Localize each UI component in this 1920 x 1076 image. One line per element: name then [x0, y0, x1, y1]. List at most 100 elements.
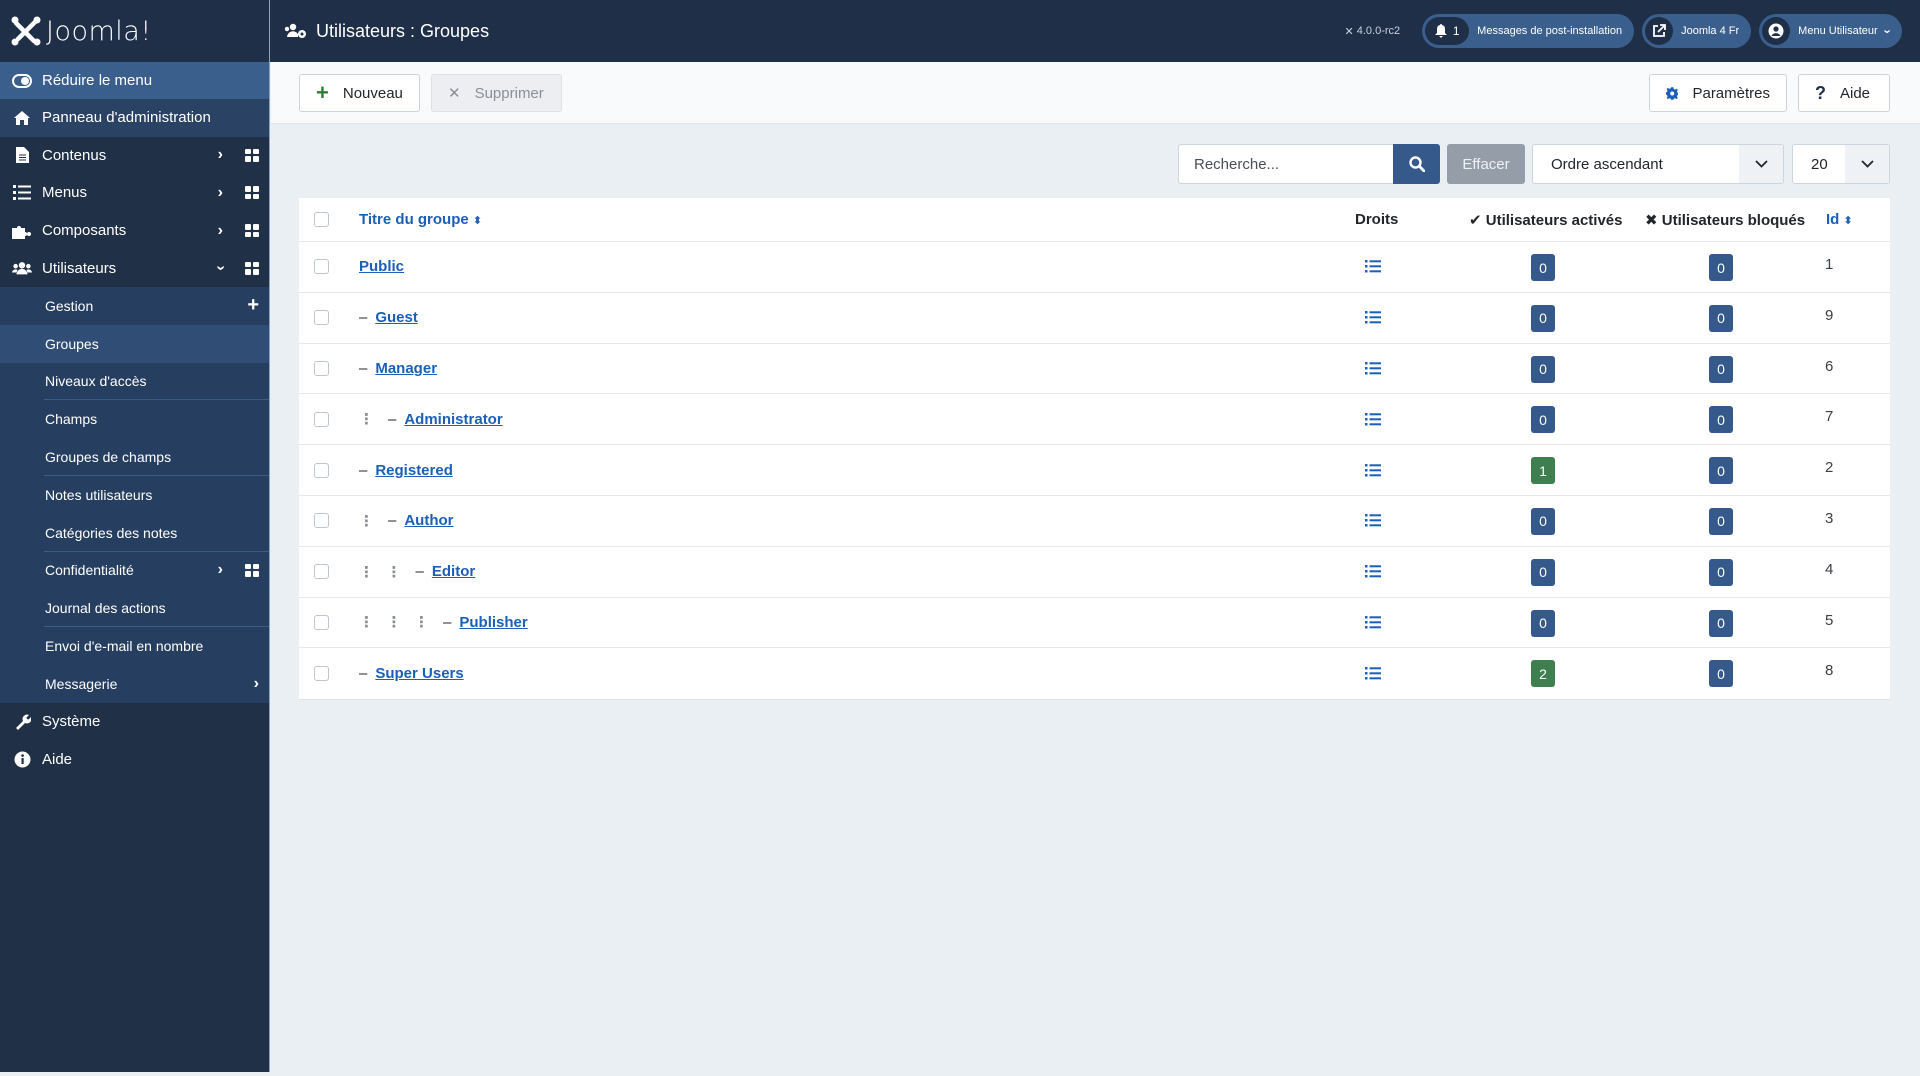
options-button[interactable]: Paramètres — [1649, 74, 1787, 112]
enabled-users-badge[interactable]: 0 — [1531, 507, 1555, 535]
joomla-logo[interactable]: Joomla! — [0, 0, 269, 62]
dashboard-grid-icon[interactable] — [245, 224, 259, 238]
select-all-checkbox[interactable] — [314, 212, 329, 227]
add-icon[interactable]: + — [247, 294, 259, 317]
permissions-list-icon[interactable] — [1365, 260, 1381, 273]
notification-count-text: 1 — [1452, 24, 1460, 38]
submenu-item-fields[interactable]: Champs — [0, 400, 269, 438]
column-header-title[interactable]: Titre du groupe ⬍ — [359, 211, 482, 228]
column-header-id[interactable]: Id ⬍ — [1826, 211, 1853, 228]
blocked-users-badge[interactable]: 0 — [1709, 558, 1733, 586]
sidebar-item-system[interactable]: Système — [0, 703, 269, 741]
sidebar-item-menus[interactable]: Menus › — [0, 174, 269, 212]
submenu-item-groups[interactable]: Groupes — [0, 324, 269, 363]
row-checkbox[interactable] — [314, 564, 329, 580]
sidebar-item-users[interactable]: Utilisateurs › — [0, 249, 269, 287]
group-title-link[interactable]: Author — [404, 512, 453, 529]
tree-dash: – — [359, 665, 368, 683]
row-checkbox[interactable] — [314, 614, 329, 630]
blocked-users-badge[interactable]: 0 — [1709, 254, 1733, 281]
group-title-link[interactable]: Public — [359, 258, 404, 275]
blocked-users-badge[interactable]: 0 — [1709, 457, 1733, 485]
group-title-link[interactable]: Publisher — [459, 614, 527, 631]
sidebar-item-label: Aide — [42, 750, 73, 768]
submenu-item-note-categories[interactable]: Catégories des notes — [0, 514, 269, 552]
clear-button[interactable]: Effacer — [1447, 144, 1525, 184]
chevron-right-icon[interactable]: › — [218, 561, 223, 579]
group-title-link[interactable]: Guest — [375, 309, 418, 326]
row-checkbox[interactable] — [314, 310, 329, 326]
permissions-list-icon[interactable] — [1365, 361, 1381, 375]
delete-button[interactable]: ✕ Supprimer — [431, 74, 562, 112]
dashboard-grid-icon[interactable] — [245, 563, 259, 577]
chevron-right-icon[interactable]: › — [254, 675, 259, 693]
permissions-list-icon[interactable] — [1365, 565, 1381, 578]
sidebar-item-dashboard[interactable]: Panneau d'administration — [0, 99, 269, 137]
submenu-item-label: Catégories des notes — [45, 524, 178, 541]
blocked-users-badge[interactable]: 0 — [1709, 609, 1733, 637]
post-install-messages-button[interactable]: 1 Messages de post-installation — [1422, 14, 1635, 48]
row-checkbox[interactable] — [314, 462, 329, 478]
permissions-list-icon[interactable] — [1365, 615, 1381, 629]
column-enabled-label: Utilisateurs activés — [1485, 211, 1623, 229]
sidebar-item-content[interactable]: Contenus › — [0, 137, 269, 175]
group-title-link[interactable]: Super Users — [375, 665, 463, 682]
enabled-users-badge[interactable]: 0 — [1531, 304, 1555, 332]
dashboard-grid-icon[interactable] — [245, 261, 259, 275]
submenu-item-user-notes[interactable]: Notes utilisateurs — [0, 476, 269, 514]
submenu-item-access-levels[interactable]: Niveaux d'accès — [0, 363, 269, 401]
enabled-users-badge[interactable]: 0 — [1531, 254, 1555, 281]
submenu-item-privacy[interactable]: Confidentialité › — [0, 552, 269, 590]
chevron-right-icon[interactable]: › — [218, 146, 223, 164]
permissions-list-icon[interactable] — [1365, 311, 1381, 324]
limit-select[interactable]: 20 — [1792, 144, 1890, 184]
toggle-menu-button[interactable]: Réduire le menu — [0, 62, 269, 99]
chevron-right-icon[interactable]: › — [218, 184, 223, 202]
permissions-list-icon[interactable] — [1365, 463, 1381, 477]
enabled-users-badge[interactable]: 1 — [1531, 457, 1555, 485]
search-input[interactable] — [1178, 144, 1393, 184]
enabled-users-badge[interactable]: 2 — [1531, 660, 1555, 688]
chevron-right-icon[interactable]: › — [218, 222, 223, 240]
enabled-users-badge[interactable]: 0 — [1531, 355, 1555, 383]
group-title-link[interactable]: Registered — [375, 462, 453, 479]
user-menu-button[interactable]: Menu Utilisateur › — [1759, 14, 1902, 48]
permissions-list-icon[interactable] — [1365, 514, 1381, 527]
row-checkbox[interactable] — [314, 360, 329, 376]
row-checkbox[interactable] — [314, 411, 329, 427]
blocked-users-badge[interactable]: 0 — [1709, 406, 1733, 434]
blocked-users-badge[interactable]: 0 — [1709, 660, 1733, 688]
permissions-list-icon[interactable] — [1365, 412, 1381, 426]
enabled-users-badge[interactable]: 0 — [1531, 406, 1555, 434]
group-title-link[interactable]: Administrator — [404, 411, 502, 428]
group-title-link[interactable]: Manager — [375, 360, 437, 377]
search-button[interactable] — [1393, 144, 1440, 184]
chevron-down-icon[interactable]: › — [211, 266, 229, 271]
dashboard-grid-icon[interactable] — [245, 148, 259, 162]
blocked-users-badge[interactable]: 0 — [1709, 304, 1733, 332]
enabled-users-badge[interactable]: 0 — [1531, 609, 1555, 637]
row-checkbox[interactable] — [314, 666, 329, 682]
sidebar-item-help[interactable]: Aide — [0, 740, 269, 778]
submenu-item-field-groups[interactable]: Groupes de champs — [0, 438, 269, 476]
group-title-link[interactable]: Editor — [432, 563, 475, 580]
help-button[interactable]: ? Aide — [1798, 74, 1890, 112]
sidebar-item-components[interactable]: Composants › — [0, 212, 269, 250]
table-row: ⋮ – Administrator 0 0 7 — [299, 394, 1890, 446]
blocked-users-badge[interactable]: 0 — [1709, 355, 1733, 383]
view-site-button[interactable]: Joomla 4 Fr — [1642, 14, 1752, 48]
row-checkbox[interactable] — [314, 513, 329, 529]
submenu-item-manage[interactable]: Gestion + — [0, 287, 269, 325]
table-row: – Manager 0 0 6 — [299, 344, 1890, 395]
dashboard-grid-icon[interactable] — [245, 186, 259, 200]
permissions-list-icon[interactable] — [1365, 667, 1381, 680]
submenu-item-mass-mail[interactable]: Envoi d'e-mail en nombre — [0, 627, 269, 665]
ordering-select[interactable]: Ordre ascendant — [1532, 144, 1784, 184]
row-checkbox[interactable] — [314, 259, 329, 275]
new-button[interactable]: + Nouveau — [299, 74, 420, 112]
enabled-users-badge[interactable]: 0 — [1531, 558, 1555, 586]
blocked-users-badge[interactable]: 0 — [1709, 507, 1733, 535]
submenu-item-action-logs[interactable]: Journal des actions — [0, 589, 269, 627]
user-menu-label: Menu Utilisateur — [1798, 25, 1878, 37]
submenu-item-messaging[interactable]: Messagerie › — [0, 665, 269, 703]
